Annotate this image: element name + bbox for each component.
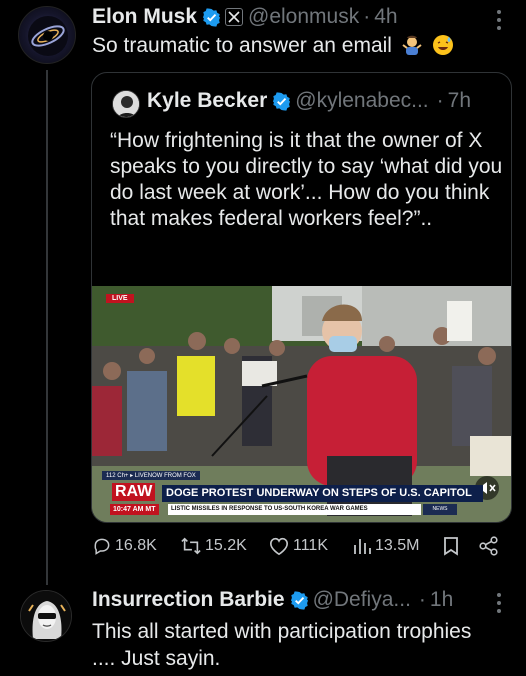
action-bar: 16.8K 15.2K 111K 13.5M bbox=[92, 536, 512, 560]
post-header: Elon Musk @elonmusk · 4h bbox=[92, 5, 398, 29]
author-name[interactable]: Elon Musk bbox=[92, 5, 197, 29]
more-options-icon[interactable] bbox=[496, 10, 502, 32]
sweat-smile-emoji-icon bbox=[432, 34, 454, 56]
channel-chyron: 112 Ch+ ▸ LIVENOW FROM FOX bbox=[102, 471, 200, 480]
reply-post-text: This all started with participation trop… bbox=[92, 620, 472, 670]
news-lower-third: 112 Ch+ ▸ LIVENOW FROM FOX RAW DOGE PROT… bbox=[92, 467, 511, 522]
raw-badge: RAW bbox=[112, 483, 156, 501]
repost-button[interactable]: 15.2K bbox=[180, 536, 247, 556]
share-icon bbox=[479, 536, 498, 556]
views-icon bbox=[354, 539, 371, 554]
post-text: So traumatic to answer an email bbox=[92, 34, 454, 58]
reply-button[interactable]: 16.8K bbox=[92, 536, 157, 556]
ticker-time: 10:47 AM MT bbox=[110, 504, 159, 515]
reply-more-options-icon[interactable] bbox=[496, 593, 502, 615]
x-affiliation-icon bbox=[225, 8, 244, 26]
quoted-author-handle[interactable]: @kylenabec... bbox=[295, 89, 428, 113]
author-avatar[interactable] bbox=[18, 6, 76, 64]
news-headline: DOGE PROTEST UNDERWAY ON STEPS OF U.S. C… bbox=[162, 485, 483, 502]
verified-badge-icon bbox=[290, 590, 309, 610]
views-button[interactable]: 13.5M bbox=[352, 536, 419, 556]
repost-count: 15.2K bbox=[205, 537, 247, 554]
like-button[interactable]: 111K bbox=[268, 536, 328, 556]
news-ticker: LISTIC MISSILES IN RESPONSE TO US-SOUTH … bbox=[168, 504, 421, 515]
video-player[interactable]: LIVE 112 Ch+ ▸ LIVENOW FROM FOX RAW DOGE… bbox=[92, 286, 511, 522]
quoted-author-avatar[interactable] bbox=[112, 90, 140, 118]
reply-post-time[interactable]: 1h bbox=[430, 588, 453, 612]
quoted-author-name[interactable]: Kyle Becker bbox=[147, 89, 267, 113]
separator-dot: · bbox=[436, 89, 444, 112]
live-badge: LIVE bbox=[106, 294, 134, 303]
verified-badge-icon bbox=[272, 91, 291, 111]
reply-post-header: Insurrection Barbie @Defiya... · 1h bbox=[92, 588, 453, 612]
author-handle[interactable]: @elonmusk bbox=[248, 5, 359, 29]
share-button[interactable] bbox=[478, 536, 503, 556]
bookmark-button[interactable] bbox=[442, 536, 463, 556]
reply-icon bbox=[94, 538, 110, 555]
separator-dot: · bbox=[363, 5, 371, 28]
post-body: So traumatic to answer an email bbox=[92, 34, 392, 57]
quoted-post-header: Kyle Becker @kylenabec... · 7h bbox=[147, 89, 471, 113]
reply-author-name[interactable]: Insurrection Barbie bbox=[92, 588, 285, 612]
repost-icon bbox=[181, 537, 201, 555]
quoted-post[interactable]: Kyle Becker @kylenabec... · 7h “How frig… bbox=[91, 72, 512, 523]
separator-dot: · bbox=[418, 588, 426, 611]
reply-count: 16.8K bbox=[115, 537, 157, 554]
reply-author-handle[interactable]: @Defiya... bbox=[313, 588, 411, 612]
bookmark-icon bbox=[444, 537, 458, 556]
reply-author-avatar[interactable] bbox=[20, 590, 72, 642]
quoted-post-time[interactable]: 7h bbox=[448, 89, 471, 113]
like-count: 111K bbox=[293, 537, 328, 554]
heart-icon bbox=[269, 537, 289, 556]
thread-line bbox=[46, 70, 48, 585]
post-time[interactable]: 4h bbox=[374, 5, 397, 29]
verified-badge-icon bbox=[202, 7, 221, 27]
quoted-post-text: “How frightening is it that the owner of… bbox=[110, 129, 503, 230]
views-count: 13.5M bbox=[375, 537, 420, 554]
news-tag: NEWS bbox=[423, 504, 457, 515]
person-shrugging-emoji-icon bbox=[401, 34, 423, 56]
